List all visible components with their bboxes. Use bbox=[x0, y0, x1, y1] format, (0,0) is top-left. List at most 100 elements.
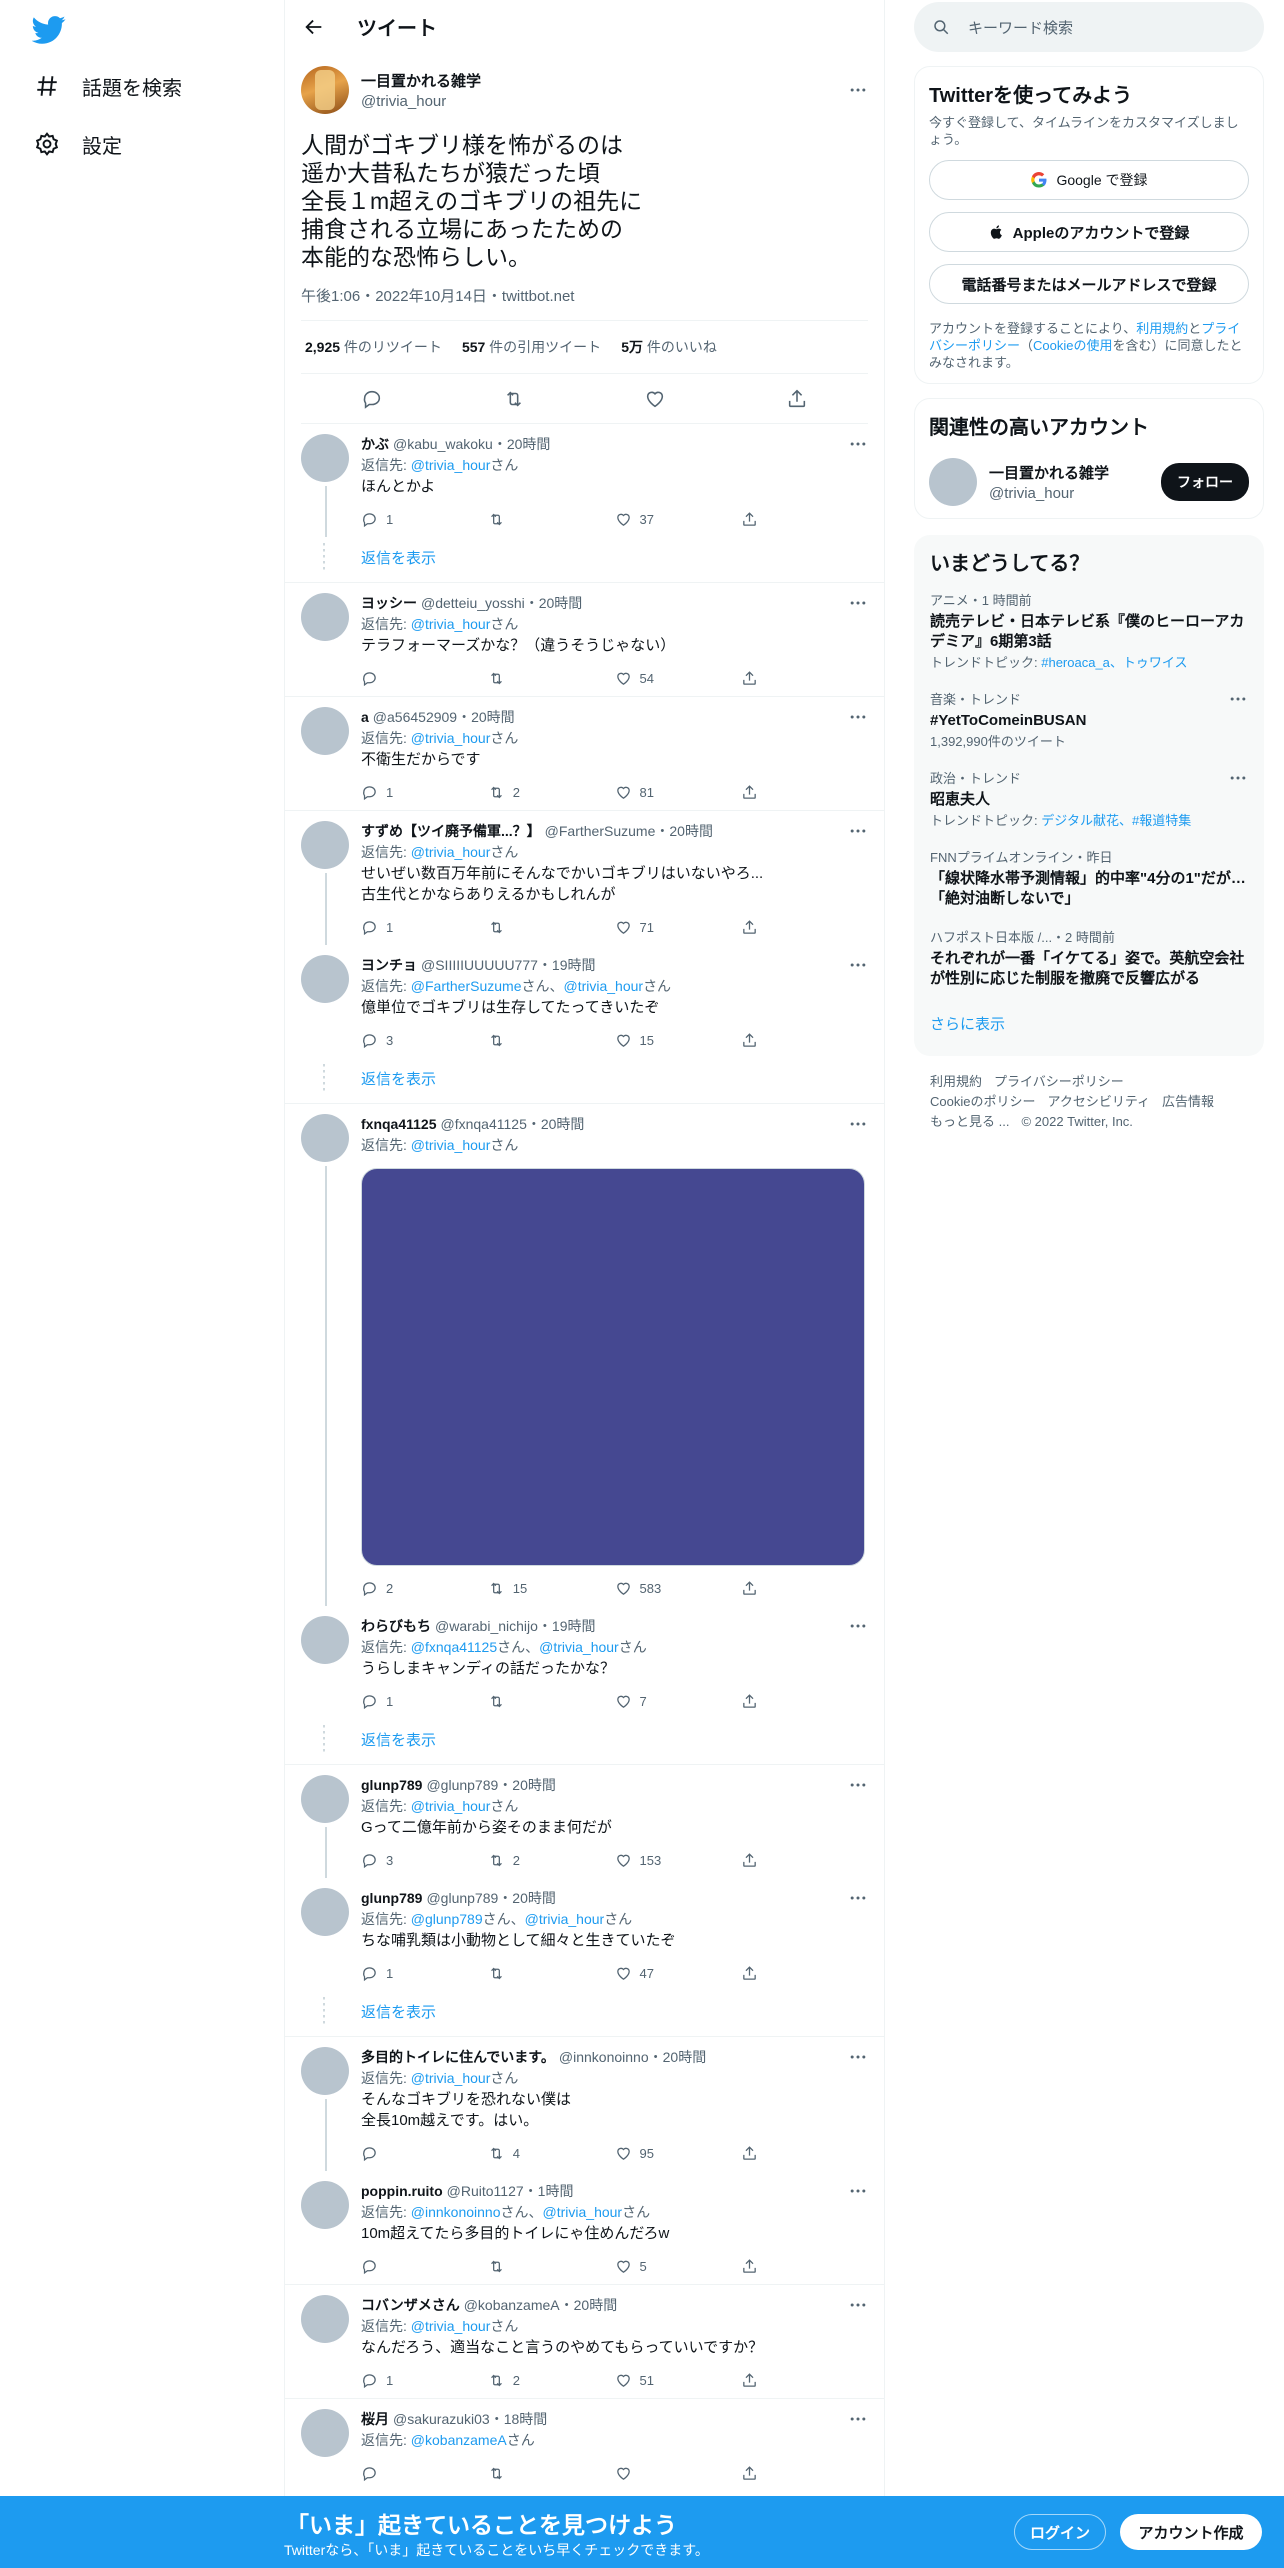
like-button[interactable]: 37 bbox=[615, 511, 742, 528]
signup-button[interactable]: アカウント作成 bbox=[1120, 2514, 1262, 2550]
avatar[interactable] bbox=[301, 2181, 349, 2229]
reply-author-name[interactable]: fxnqa41125 bbox=[361, 1114, 437, 1134]
reply-author-name[interactable]: 桜月 bbox=[361, 2409, 389, 2429]
retweet-button[interactable] bbox=[488, 1032, 615, 1049]
retweet-button[interactable]: 4 bbox=[488, 2145, 615, 2162]
reply-author-handle[interactable]: @glunp789・20時間 bbox=[426, 1888, 848, 1908]
like-button[interactable]: 54 bbox=[615, 670, 742, 687]
cookie-link[interactable]: Cookieの使用 bbox=[1033, 338, 1112, 353]
reply-button[interactable]: 1 bbox=[361, 2372, 488, 2389]
author-handle[interactable]: @trivia_hour bbox=[361, 93, 848, 110]
reply-author-handle[interactable]: @kabu_wakoku・20時間 bbox=[393, 434, 848, 454]
tweet-timestamp[interactable]: 午後1:06・2022年10月14日・twittbot.net bbox=[301, 285, 868, 321]
footer-link[interactable]: Cookieのポリシー bbox=[930, 1094, 1035, 1109]
footer-link[interactable]: © 2022 Twitter, Inc. bbox=[1021, 1114, 1132, 1129]
retweet-button[interactable] bbox=[488, 2258, 615, 2275]
reply-icon[interactable] bbox=[361, 388, 383, 410]
mention-link[interactable]: @trivia_hour bbox=[411, 844, 491, 860]
footer-link[interactable]: アクセシビリティ bbox=[1047, 1094, 1150, 1109]
share-button[interactable] bbox=[741, 784, 868, 801]
reply-author-handle[interactable]: @detteiu_yosshi・20時間 bbox=[421, 593, 848, 613]
reply-tweet[interactable]: 多目的トイレに住んでいます。 @innkonoinno・20時間 返信先: @t… bbox=[285, 2037, 884, 2171]
reply-author-name[interactable]: すずめ【ツイ廃予備軍...？】 bbox=[361, 821, 541, 841]
reply-button[interactable]: 1 bbox=[361, 511, 488, 528]
retweet-button[interactable] bbox=[488, 2465, 615, 2482]
media-image[interactable] bbox=[361, 1168, 865, 1566]
reply-author-name[interactable]: ヨンチョ bbox=[361, 955, 417, 975]
retweet-button[interactable]: 2 bbox=[488, 1852, 615, 1869]
reply-tweet[interactable]: ヨンチョ @SIIIIIUUUUU777・19時間 返信先: @FartherS… bbox=[285, 945, 884, 1104]
reply-author-handle[interactable]: @FartherSuzume・20時間 bbox=[545, 821, 848, 841]
reply-button[interactable] bbox=[361, 2465, 488, 2482]
author-avatar[interactable] bbox=[301, 66, 349, 114]
reply-button[interactable]: 1 bbox=[361, 1693, 488, 1710]
reply-button[interactable]: 1 bbox=[361, 784, 488, 801]
reply-author-handle[interactable]: @Ruito1127・1時間 bbox=[447, 2181, 848, 2201]
back-arrow-icon[interactable] bbox=[303, 16, 325, 38]
related-handle[interactable]: @trivia_hour bbox=[989, 485, 1109, 502]
share-icon[interactable] bbox=[786, 388, 808, 410]
show-replies-link[interactable]: 返信を表示 bbox=[285, 1058, 884, 1103]
show-replies-link[interactable]: 返信を表示 bbox=[285, 1991, 884, 2036]
reply-button[interactable] bbox=[361, 2145, 488, 2162]
mention-link[interactable]: @FartherSuzume bbox=[411, 978, 522, 994]
share-button[interactable] bbox=[741, 1965, 868, 1982]
more-icon[interactable] bbox=[848, 2181, 868, 2201]
reply-author-name[interactable]: 多目的トイレに住んでいます。 bbox=[361, 2047, 555, 2067]
more-icon[interactable] bbox=[848, 1888, 868, 1908]
phone-signup-button[interactable]: 電話番号またはメールアドレスで登録 bbox=[929, 264, 1249, 304]
avatar[interactable] bbox=[301, 593, 349, 641]
avatar[interactable] bbox=[301, 2047, 349, 2095]
like-button[interactable] bbox=[615, 2465, 742, 2482]
retweet-button[interactable] bbox=[488, 919, 615, 936]
follow-button[interactable]: フォロー bbox=[1161, 463, 1249, 501]
like-button[interactable]: 583 bbox=[615, 1580, 742, 1597]
avatar[interactable] bbox=[301, 434, 349, 482]
footer-link[interactable]: 利用規約 bbox=[930, 1074, 982, 1089]
avatar[interactable] bbox=[301, 955, 349, 1003]
like-button[interactable]: 51 bbox=[615, 2372, 742, 2389]
avatar[interactable] bbox=[301, 707, 349, 755]
retweet-button[interactable] bbox=[488, 1965, 615, 1982]
mention-link[interactable]: @glunp789 bbox=[411, 1911, 483, 1927]
reply-author-handle[interactable]: @SIIIIIUUUUU777・19時間 bbox=[421, 955, 848, 975]
reply-button[interactable]: 2 bbox=[361, 1580, 488, 1597]
more-icon[interactable] bbox=[848, 821, 868, 841]
footer-link[interactable]: プライバシーポリシー bbox=[994, 1074, 1124, 1089]
more-icon[interactable] bbox=[848, 955, 868, 975]
reply-author-name[interactable]: ヨッシー bbox=[361, 593, 417, 613]
reply-button[interactable]: 3 bbox=[361, 1852, 488, 1869]
trend-item[interactable]: アニメ・1 時間前 読売テレビ・日本テレビ系『僕のヒーローアカデミア』6期第3話… bbox=[930, 590, 1248, 671]
retweet-button[interactable] bbox=[488, 670, 615, 687]
retweet-stat[interactable]: 2,925 件のリツイート bbox=[305, 337, 442, 357]
mention-link[interactable]: @kobanzameA bbox=[411, 2432, 507, 2448]
reply-tweet[interactable]: fxnqa41125 @fxnqa41125・20時間 返信先: @trivia… bbox=[285, 1104, 884, 1606]
footer-link[interactable]: 広告情報 bbox=[1162, 1094, 1214, 1109]
reply-button[interactable]: 1 bbox=[361, 919, 488, 936]
reply-tweet[interactable]: かぶ @kabu_wakoku・20時間 返信先: @trivia_hourさん… bbox=[285, 424, 884, 583]
mention-link[interactable]: @trivia_hour bbox=[411, 1137, 491, 1153]
reply-author-name[interactable]: わらびもち bbox=[361, 1616, 431, 1636]
mention-link[interactable]: @trivia_hour bbox=[525, 1911, 605, 1927]
retweet-button[interactable] bbox=[488, 1693, 615, 1710]
search-box[interactable]: キーワード検索 bbox=[914, 2, 1264, 52]
like-button[interactable]: 5 bbox=[615, 2258, 742, 2275]
like-button[interactable]: 7 bbox=[615, 1693, 742, 1710]
more-icon[interactable] bbox=[1228, 768, 1248, 788]
google-signup-button[interactable]: Google で登録 bbox=[929, 160, 1249, 200]
mention-link[interactable]: @fxnqa41125 bbox=[411, 1639, 497, 1655]
reply-button[interactable] bbox=[361, 2258, 488, 2275]
reply-tweet[interactable]: poppin.ruito @Ruito1127・1時間 返信先: @innkon… bbox=[285, 2171, 884, 2285]
share-button[interactable] bbox=[741, 1693, 868, 1710]
footer-link[interactable]: もっと見る ... bbox=[930, 1114, 1009, 1129]
reply-button[interactable]: 3 bbox=[361, 1032, 488, 1049]
more-icon[interactable] bbox=[848, 1775, 868, 1795]
reply-tweet[interactable]: 桜月 @sakurazuki03・18時間 返信先: @kobanzameAさん bbox=[285, 2399, 884, 2491]
avatar[interactable] bbox=[301, 1775, 349, 1823]
like-stat[interactable]: 5万 件のいいね bbox=[621, 337, 717, 357]
reply-author-handle[interactable]: @sakurazuki03・18時間 bbox=[393, 2409, 848, 2429]
trend-item[interactable]: ハフポスト日本版 /...・2 時間前 それぞれが一番「イケてる」姿で。英航空会… bbox=[930, 927, 1248, 989]
avatar[interactable] bbox=[301, 821, 349, 869]
share-button[interactable] bbox=[741, 511, 868, 528]
more-icon[interactable] bbox=[848, 2295, 868, 2315]
